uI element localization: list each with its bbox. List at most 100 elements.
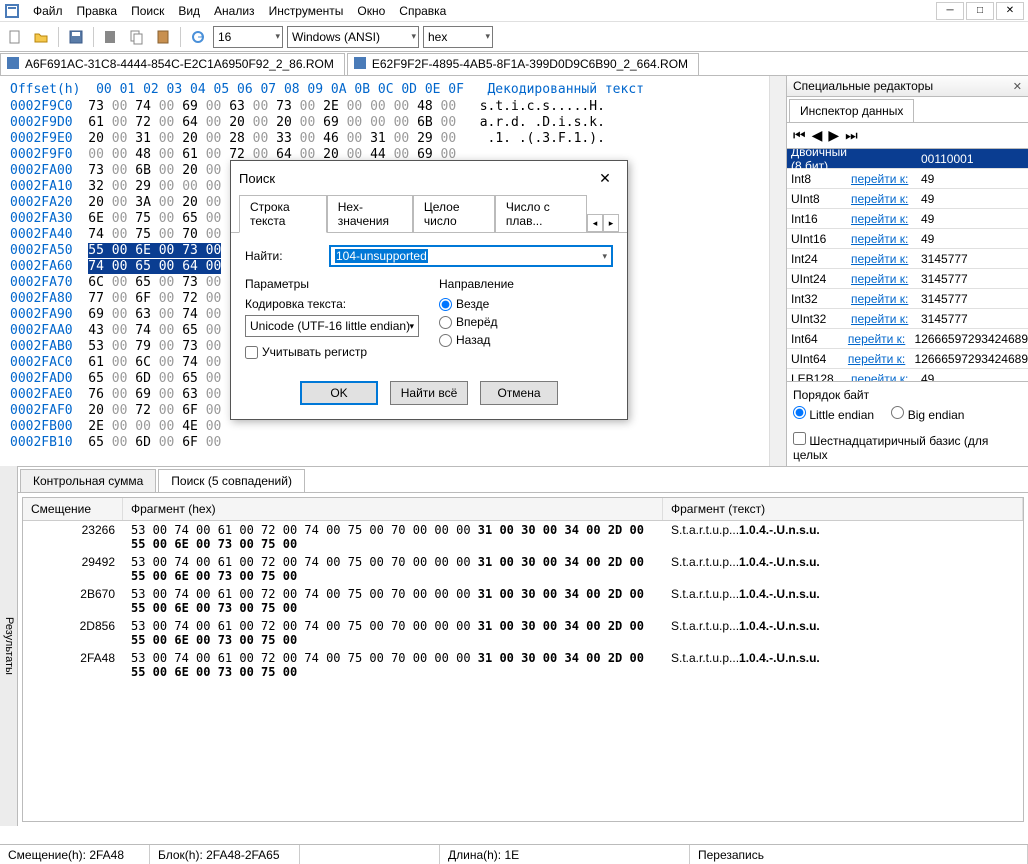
hex-scrollbar[interactable]	[769, 76, 786, 466]
tab-search-results[interactable]: Поиск (5 совпадений)	[158, 469, 305, 492]
case-checkbox[interactable]: Учитывать регистр	[245, 345, 419, 359]
dir-all-radio[interactable]: Везде	[439, 297, 613, 311]
file-tabs: A6F691AC-31C8-4444-854C-E2C1A6950F92_2_8…	[0, 52, 1028, 76]
result-row[interactable]: 2FA4853 00 74 00 61 00 72 00 74 00 75 00…	[23, 649, 1023, 681]
inspector-row[interactable]: UInt8перейти к:49	[787, 189, 1028, 209]
dropdown-icon: ▾	[275, 31, 280, 42]
separator	[58, 27, 59, 47]
search-dialog: Поиск ✕ Строка текста Hex-значения Целое…	[230, 160, 628, 420]
tab-nav-left-icon[interactable]: ◂	[587, 214, 603, 232]
encoding-combo[interactable]: Unicode (UTF-16 little endian) ▾	[245, 315, 419, 337]
ok-button[interactable]: OK	[300, 381, 378, 405]
inspector-row[interactable]: Int16перейти к:49	[787, 209, 1028, 229]
tab-checksum[interactable]: Контрольная сумма	[20, 469, 156, 492]
result-row[interactable]: 2D85653 00 74 00 61 00 72 00 74 00 75 00…	[23, 617, 1023, 649]
byte-order-group: Порядок байт Little endian Big endian	[787, 381, 1028, 428]
open-file-button[interactable]	[30, 26, 52, 48]
statusbar: Смещение(h): 2FA48 Блок(h): 2FA48-2FA65 …	[0, 844, 1028, 864]
file-tab-2[interactable]: E62F9F2F-4895-4AB5-8F1A-399D0D9C6B90_2_6…	[347, 53, 699, 75]
tab-float[interactable]: Число с плав...	[495, 195, 587, 232]
inspector-grid: Двоичный (8 бит)00110001Int8перейти к:49…	[787, 148, 1028, 381]
display-combo[interactable]: hex▾	[423, 26, 493, 48]
menu-edit[interactable]: Правка	[70, 2, 125, 20]
result-row[interactable]: 2B67053 00 74 00 61 00 72 00 74 00 75 00…	[23, 585, 1023, 617]
inspector-row[interactable]: Int8перейти к:49	[787, 169, 1028, 189]
file-tab-label: E62F9F2F-4895-4AB5-8F1A-399D0D9C6B90_2_6…	[372, 57, 688, 71]
params-group: Параметры Кодировка текста: Unicode (UTF…	[245, 277, 419, 359]
maximize-button[interactable]: □	[966, 2, 994, 20]
inspector-row[interactable]: UInt16перейти к:49	[787, 229, 1028, 249]
refresh-button[interactable]	[187, 26, 209, 48]
menu-window[interactable]: Окно	[350, 2, 392, 20]
find-label: Найти:	[245, 249, 329, 263]
cut-button[interactable]	[100, 26, 122, 48]
tab-nav-right-icon[interactable]: ▸	[603, 214, 619, 232]
inspector-row[interactable]: Int24перейти к:3145777	[787, 249, 1028, 269]
be-radio[interactable]: Big endian	[891, 408, 964, 422]
col-offset[interactable]: Смещение	[23, 498, 123, 520]
nav-last-icon[interactable]: ⏭	[845, 127, 858, 144]
file-tab-1[interactable]: A6F691AC-31C8-4444-854C-E2C1A6950F92_2_8…	[0, 53, 345, 75]
dialog-close-button[interactable]: ✕	[591, 167, 619, 189]
tab-hex-values[interactable]: Hex-значения	[327, 195, 413, 232]
menu-analysis[interactable]: Анализ	[207, 2, 262, 20]
minimize-button[interactable]: ─	[936, 2, 964, 20]
hex-row[interactable]: 0002F9E0 20 00 31 00 20 00 28 00 33 00 4…	[10, 131, 759, 147]
inspector-tab[interactable]: Инспектор данных	[789, 99, 914, 122]
hex-row[interactable]: 0002FB00 2E 00 00 00 4E 00	[10, 419, 759, 435]
panel-title-label: Специальные редакторы	[793, 79, 933, 93]
paste-button[interactable]	[152, 26, 174, 48]
status-overwrite: Перезапись	[690, 845, 1028, 864]
tab-text-string[interactable]: Строка текста	[239, 195, 327, 233]
toolbar: 16▾ Windows (ANSI) ▾ hex▾	[0, 22, 1028, 52]
hex-row[interactable]: 0002FB10 65 00 6D 00 6F 00	[10, 435, 759, 451]
result-row[interactable]: 2326653 00 74 00 61 00 72 00 74 00 75 00…	[23, 521, 1023, 553]
params-title: Параметры	[245, 277, 419, 291]
copy-button[interactable]	[126, 26, 148, 48]
col-text[interactable]: Фрагмент (текст)	[663, 498, 1023, 520]
menu-view[interactable]: Вид	[171, 2, 207, 20]
hex-base-check[interactable]: Шестнадцатиричный базис (для целых	[787, 428, 1028, 466]
special-editors-panel: Специальные редакторы ✕ Инспектор данных…	[786, 76, 1028, 466]
status-spacer	[300, 845, 440, 864]
le-radio[interactable]: Little endian	[793, 408, 874, 422]
inspector-row[interactable]: LEB128перейти к:49	[787, 369, 1028, 381]
result-row[interactable]: 2949253 00 74 00 61 00 72 00 74 00 75 00…	[23, 553, 1023, 585]
menu-file[interactable]: Файл	[26, 2, 70, 20]
inspector-row[interactable]: UInt64перейти к:12666597293424689	[787, 349, 1028, 369]
dropdown-icon: ▾	[411, 31, 416, 42]
find-input-value: 104-unsupported	[335, 249, 428, 263]
hex-row[interactable]: 0002F9D0 61 00 72 00 64 00 20 00 20 00 6…	[10, 115, 759, 131]
inspector-row[interactable]: UInt32перейти к:3145777	[787, 309, 1028, 329]
encoding-combo[interactable]: Windows (ANSI) ▾	[287, 26, 419, 48]
nav-next-icon[interactable]: ▶	[828, 127, 839, 144]
dir-back-radio[interactable]: Назад	[439, 333, 613, 347]
results-side-tab[interactable]: Результаты	[0, 466, 18, 826]
save-button[interactable]	[65, 26, 87, 48]
dialog-buttons: OK Найти всё Отмена	[231, 371, 627, 419]
close-button[interactable]: ✕	[996, 2, 1024, 20]
nav-first-icon[interactable]: ⏮	[793, 127, 806, 144]
hex-row[interactable]: 0002F9C0 73 00 74 00 69 00 63 00 73 00 2…	[10, 99, 759, 115]
menu-help[interactable]: Справка	[392, 2, 453, 20]
encoding-value: Windows (ANSI)	[292, 30, 380, 44]
find-input[interactable]: 104-unsupported ▾	[329, 245, 613, 267]
menu-tools[interactable]: Инструменты	[262, 2, 351, 20]
font-size-combo[interactable]: 16▾	[213, 26, 283, 48]
col-hex[interactable]: Фрагмент (hex)	[123, 498, 663, 520]
panel-close-icon[interactable]: ✕	[1013, 80, 1022, 93]
nav-prev-icon[interactable]: ◀	[812, 127, 823, 144]
inspector-row[interactable]: Int64перейти к:12666597293424689	[787, 329, 1028, 349]
tab-integer[interactable]: Целое число	[413, 195, 495, 232]
cancel-button[interactable]: Отмена	[480, 381, 558, 405]
dir-fwd-radio[interactable]: Вперёд	[439, 315, 613, 329]
new-file-button[interactable]	[4, 26, 26, 48]
inspector-row[interactable]: Двоичный (8 бит)00110001	[787, 149, 1028, 169]
dropdown-icon: ▾	[409, 321, 414, 332]
inspector-row[interactable]: Int32перейти к:3145777	[787, 289, 1028, 309]
menu-search[interactable]: Поиск	[124, 2, 171, 20]
find-all-button[interactable]: Найти всё	[390, 381, 468, 405]
dropdown-icon[interactable]: ▾	[602, 251, 607, 262]
inspector-row[interactable]: UInt24перейти к:3145777	[787, 269, 1028, 289]
file-icon	[7, 57, 21, 71]
